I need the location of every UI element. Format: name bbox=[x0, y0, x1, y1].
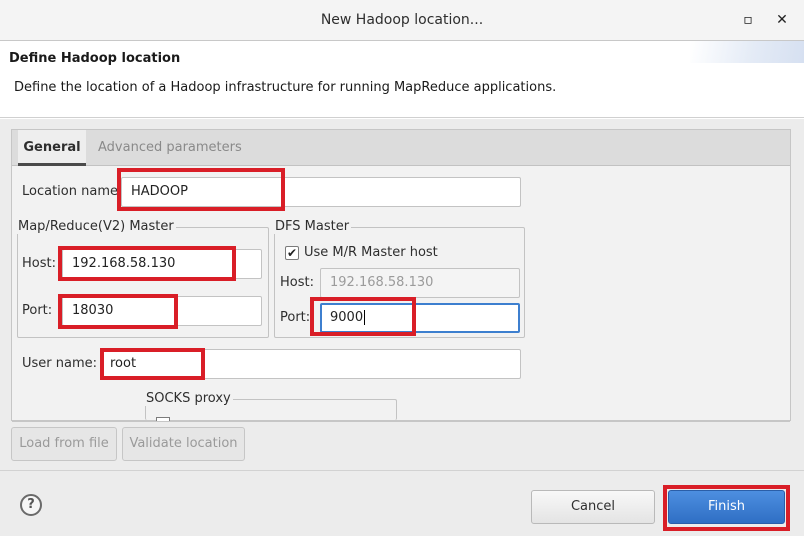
header-description: Define the location of a Hadoop infrastr… bbox=[14, 80, 557, 95]
highlight-location-name bbox=[117, 168, 285, 211]
finish-button[interactable]: Finish bbox=[668, 490, 785, 524]
header-banner-graphic bbox=[690, 41, 804, 63]
load-from-file-button[interactable]: Load from file bbox=[11, 427, 117, 461]
checkmark-icon[interactable]: ✔ bbox=[285, 246, 299, 260]
minimize-icon[interactable]: ▫ bbox=[738, 10, 758, 30]
user-name-label: User name: bbox=[22, 356, 98, 371]
location-name-label: Location name: bbox=[22, 184, 123, 199]
help-icon[interactable]: ? bbox=[20, 494, 42, 516]
mr-port-label: Port: bbox=[22, 303, 53, 318]
tab-general[interactable]: General bbox=[18, 130, 86, 166]
window-title: New Hadoop location... bbox=[320, 12, 484, 28]
use-mr-master-host-label[interactable]: Use M/R Master host bbox=[304, 245, 438, 260]
mr-master-legend: Map/Reduce(V2) Master bbox=[16, 219, 176, 234]
dfs-master-legend: DFS Master bbox=[273, 219, 352, 234]
mr-host-label: Host: bbox=[22, 256, 56, 271]
dfs-host-field: 192.168.58.130 bbox=[320, 268, 520, 298]
close-icon[interactable]: ✕ bbox=[772, 10, 792, 30]
validate-location-button[interactable]: Validate location bbox=[122, 427, 245, 461]
highlight-user-name bbox=[100, 348, 205, 380]
highlight-mr-port bbox=[58, 294, 178, 329]
header-title: Define Hadoop location bbox=[9, 51, 181, 66]
dfs-host-label: Host: bbox=[280, 275, 314, 290]
tab-folder-bottom-edge bbox=[12, 421, 790, 422]
dfs-port-label: Port: bbox=[280, 310, 311, 325]
cancel-button[interactable]: Cancel bbox=[531, 490, 655, 524]
tab-advanced-parameters[interactable]: Advanced parameters bbox=[98, 130, 242, 166]
highlight-mr-host bbox=[58, 246, 236, 281]
footer-separator bbox=[0, 470, 804, 471]
socks-proxy-legend: SOCKS proxy bbox=[144, 391, 233, 406]
highlight-dfs-port bbox=[310, 297, 416, 336]
